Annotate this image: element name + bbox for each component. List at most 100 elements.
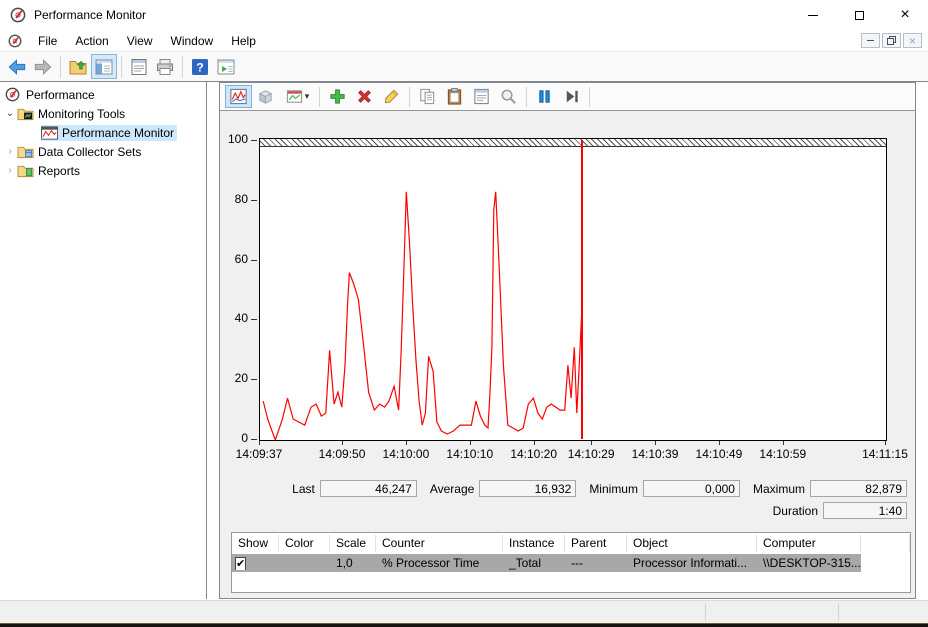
tree-label-monitoring-tools: Monitoring Tools <box>35 106 128 122</box>
x-tick-label: 14:10:20 <box>502 447 566 461</box>
maximum-value: 82,879 <box>810 480 907 497</box>
counter-row[interactable]: ✔ 1,0 % Processor Time _Total --- Proces… <box>232 554 861 572</box>
dropdown-arrow-icon: ▾ <box>305 91 310 102</box>
tree-item-performance[interactable]: Performance <box>0 85 206 104</box>
menu-window[interactable]: Window <box>162 32 223 50</box>
action-pane-icon <box>216 57 236 77</box>
add-counter-button[interactable] <box>324 85 351 108</box>
minimize-button[interactable] <box>790 0 836 30</box>
collapse-chevron-icon[interactable]: ⌄ <box>3 108 17 119</box>
graph-toolbar: ▾ <box>220 83 915 111</box>
add-counter-icon <box>328 87 347 106</box>
x-tick-mark <box>783 441 784 445</box>
statusbar-separator <box>838 604 839 621</box>
column-header-counter[interactable]: Counter <box>376 535 503 552</box>
x-tick-mark <box>259 441 260 445</box>
legend-object: Processor Informati... <box>627 556 757 570</box>
view-log-data-button[interactable] <box>252 85 279 108</box>
legend-parent: --- <box>565 556 627 570</box>
legend-show-checkbox[interactable]: ✔ <box>235 557 246 570</box>
mdi-close-button[interactable]: × <box>903 33 922 48</box>
tree-item-performance-monitor[interactable]: Performance Monitor <box>0 123 206 142</box>
menu-view[interactable]: View <box>118 32 162 50</box>
copy-properties-button[interactable] <box>414 85 441 108</box>
x-tick-label: 14:10:39 <box>623 447 687 461</box>
y-tick-label: 80 <box>226 192 248 206</box>
console-tree-icon <box>94 57 114 77</box>
x-tick-label: 14:10:49 <box>687 447 751 461</box>
export-folder-icon <box>68 57 88 77</box>
column-header-parent[interactable]: Parent <box>565 535 627 552</box>
back-button[interactable] <box>4 54 30 79</box>
x-tick-label: 14:09:50 <box>310 447 374 461</box>
column-header-color[interactable]: Color <box>279 535 330 552</box>
performance-monitor-pane: ▾ <box>219 82 916 599</box>
legend-scale: 1,0 <box>330 556 376 570</box>
x-tick-mark <box>534 441 535 445</box>
y-tick-label: 0 <box>226 431 248 445</box>
back-arrow-icon <box>7 57 27 77</box>
paste-counter-list-button[interactable] <box>441 85 468 108</box>
close-button[interactable]: × <box>882 0 928 30</box>
column-header-scale[interactable]: Scale <box>330 535 376 552</box>
legend-computer: \\DESKTOP-315... <box>757 556 861 570</box>
help-icon: ? <box>190 57 210 77</box>
folder-data-collector-sets-icon <box>17 144 34 159</box>
export-button[interactable] <box>65 54 91 79</box>
maximize-button[interactable] <box>836 0 882 30</box>
show-hide-console-tree-button[interactable] <box>91 54 117 79</box>
legend-instance: _Total <box>503 556 565 570</box>
mdi-minimize-button[interactable] <box>861 33 880 48</box>
plot-area[interactable] <box>259 138 887 441</box>
performance-logo-icon <box>5 87 20 102</box>
folder-reports-icon <box>17 163 34 178</box>
mdi-restore-button[interactable] <box>882 33 901 48</box>
x-tick-mark <box>719 441 720 445</box>
delete-counter-button[interactable] <box>351 85 378 108</box>
print-icon <box>155 57 175 77</box>
copy-properties-icon <box>418 87 437 106</box>
expand-chevron-icon[interactable]: › <box>3 165 17 176</box>
y-tick-mark <box>251 260 257 261</box>
expand-chevron-icon[interactable]: › <box>3 146 17 157</box>
forward-arrow-icon <box>33 57 53 77</box>
highlight-icon <box>382 87 401 106</box>
menu-action[interactable]: Action <box>66 32 117 50</box>
column-header-show[interactable]: Show <box>232 535 279 552</box>
view-current-activity-button[interactable] <box>225 85 252 108</box>
y-tick-label: 20 <box>226 371 248 385</box>
hatch-band <box>260 139 886 147</box>
x-tick-mark <box>406 441 407 445</box>
x-tick-mark <box>470 441 471 445</box>
help-button[interactable]: ? <box>187 54 213 79</box>
properties-button[interactable] <box>126 54 152 79</box>
change-graph-type-button[interactable]: ▾ <box>279 85 315 108</box>
minimum-label: Minimum <box>589 482 638 496</box>
tree-item-monitoring-tools[interactable]: ⌄ Monitoring Tools <box>0 104 206 123</box>
delete-counter-icon <box>355 87 374 106</box>
graph-properties-button[interactable] <box>468 85 495 108</box>
x-tick-mark <box>885 441 886 445</box>
freeze-display-button[interactable] <box>531 85 558 108</box>
console-icon <box>8 34 22 48</box>
menu-help[interactable]: Help <box>222 32 265 50</box>
show-hide-action-pane-button[interactable] <box>213 54 239 79</box>
update-data-button[interactable] <box>558 85 585 108</box>
stats-row-2: Duration 1:40 <box>230 502 907 519</box>
zoom-button[interactable] <box>495 85 522 108</box>
stats-row-1: Last 46,247 Average 16,932 Minimum 0,000… <box>230 480 907 497</box>
menu-file[interactable]: File <box>29 32 66 50</box>
average-value: 16,932 <box>479 480 576 497</box>
toolbar-separator <box>60 56 61 78</box>
change-graph-type-icon <box>285 87 304 106</box>
print-button[interactable] <box>152 54 178 79</box>
highlight-button[interactable] <box>378 85 405 108</box>
view-log-data-icon <box>256 87 275 106</box>
column-header-instance[interactable]: Instance <box>503 535 565 552</box>
tree-item-reports[interactable]: › Reports <box>0 161 206 180</box>
toolbar-separator <box>182 56 183 78</box>
column-header-object[interactable]: Object <box>627 535 757 552</box>
forward-button[interactable] <box>30 54 56 79</box>
column-header-computer[interactable]: Computer <box>757 535 861 552</box>
tree-item-data-collector-sets[interactable]: › Data Collector Sets <box>0 142 206 161</box>
